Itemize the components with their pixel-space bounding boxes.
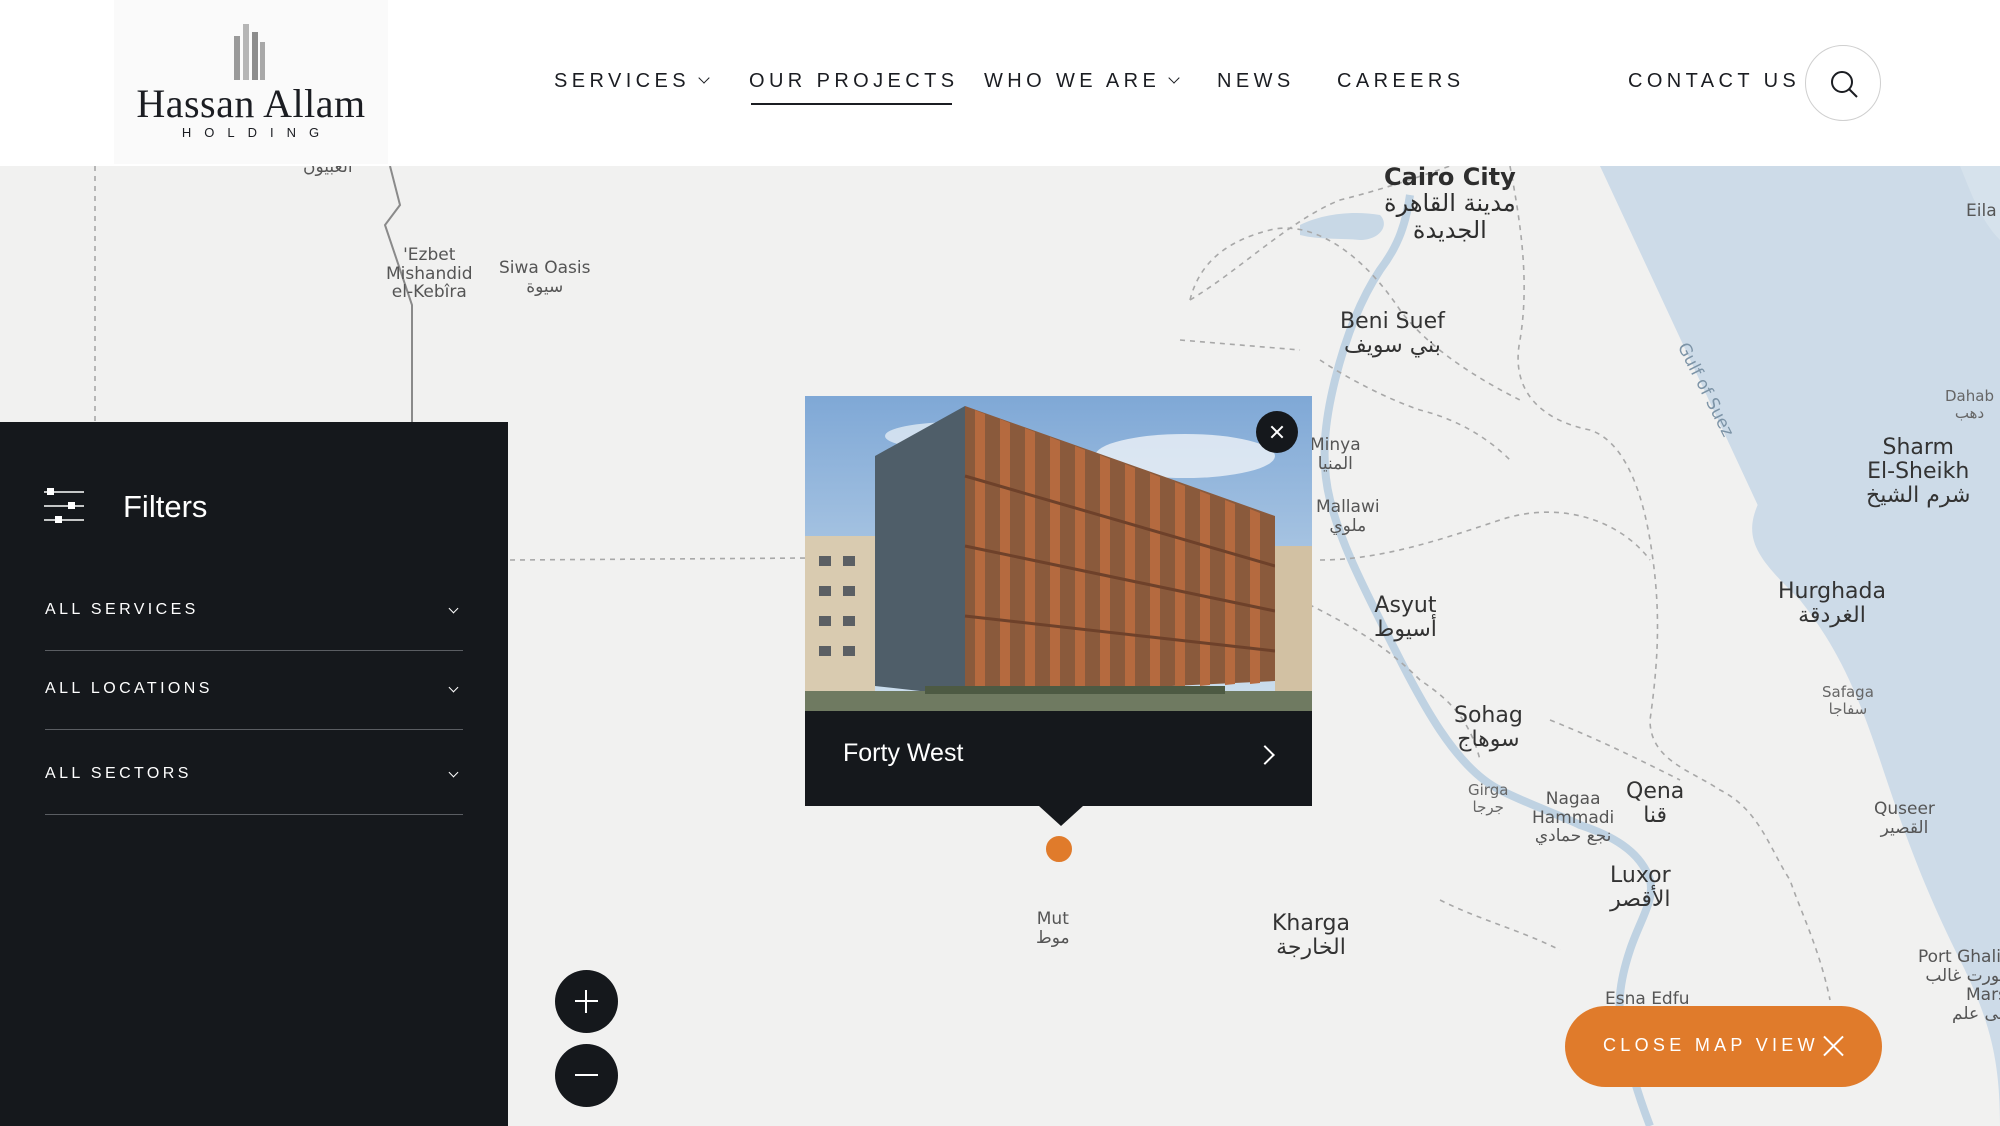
filters-panel: Filters ALL SERVICES ALL LOCATIONS ALL S… <box>0 422 508 1126</box>
map-label-sohag: Sohag سوهاج <box>1454 703 1523 753</box>
project-map-marker[interactable] <box>1044 834 1074 864</box>
nav-contact-us[interactable]: CONTACT US <box>1628 70 1800 93</box>
map-label-eila: Eila <box>1966 201 1997 221</box>
chevron-right-icon <box>1255 745 1275 765</box>
close-map-view-button[interactable]: CLOSE MAP VIEW <box>1565 1006 1882 1087</box>
map-label-luxor: Luxor الأقصر <box>1610 863 1671 913</box>
map-label-cairo: Cairo City مدينة القاهرة الجديدة <box>1384 163 1516 244</box>
project-caption-link[interactable]: Forty West <box>805 711 1312 806</box>
search-icon <box>1831 71 1858 98</box>
map-label-siwa: Siwa Oasis سيوة <box>499 258 591 297</box>
chevron-down-icon <box>1168 72 1180 84</box>
map-label-qena: Qena قنا <box>1626 779 1685 829</box>
map-label-mut: Mut موط <box>1036 909 1070 948</box>
zoom-in-button[interactable] <box>555 970 618 1033</box>
chevron-down-icon <box>698 72 710 84</box>
filter-locations-label: ALL LOCATIONS <box>45 680 213 697</box>
zoom-out-button[interactable] <box>555 1044 618 1107</box>
project-popup: Forty West <box>805 396 1312 826</box>
popup-close-button[interactable] <box>1256 411 1298 453</box>
nav-careers[interactable]: CAREERS <box>1337 70 1465 93</box>
close-icon <box>1821 1034 1845 1058</box>
map-label-asyut: Asyut أسيوط <box>1374 593 1437 643</box>
map-label-sharm: Sharm El-Sheikh شرم الشيخ <box>1866 435 1971 509</box>
map-label-port-ghalib: Port Ghalibبورت غالب <box>1918 947 2000 986</box>
logo-name: Hassan Allam <box>136 81 366 126</box>
map-label-kharga: Kharga الخارجة <box>1272 911 1350 961</box>
filter-services-label: ALL SERVICES <box>45 601 199 618</box>
chevron-down-icon <box>448 603 459 614</box>
chevron-down-icon <box>448 682 459 693</box>
map-label-hurghada: Hurghada الغردقة <box>1778 579 1886 629</box>
nav-who-we-are[interactable]: WHO WE ARE <box>984 70 1180 93</box>
map-label-nagaa: Nagaa Hammadi نجع حمادي <box>1532 789 1615 847</box>
map-label-mallawi: Mallawi ملوي <box>1316 497 1380 536</box>
logo-sub: HOLDING <box>181 125 333 140</box>
search-button[interactable] <box>1805 45 1881 121</box>
nav-our-projects[interactable]: OUR PROJECTS <box>749 70 958 105</box>
chevron-down-icon <box>448 767 459 778</box>
filter-services-dropdown[interactable]: ALL SERVICES <box>45 581 463 651</box>
map-label-safaga: Safaga سفاجا <box>1822 683 1874 718</box>
filter-sectors-dropdown[interactable]: ALL SECTORS <box>45 745 463 815</box>
project-photo <box>805 396 1312 711</box>
filter-locations-dropdown[interactable]: ALL LOCATIONS <box>45 660 463 730</box>
map-label-minya: Minya المنيا <box>1310 435 1361 474</box>
nav-news[interactable]: NEWS <box>1217 70 1295 93</box>
map-label-marsa: Marsaمرسى علم <box>1952 985 2000 1024</box>
project-title: Forty West <box>843 739 964 767</box>
nav-services[interactable]: SERVICES <box>554 70 710 93</box>
filter-sectors-label: ALL SECTORS <box>45 765 192 782</box>
filters-title: Filters <box>123 489 208 524</box>
map-label-girga: Girga جرجا <box>1468 781 1509 816</box>
map-label-ezbet: 'Ezbet Mishandid el-Kebîra <box>386 245 473 303</box>
map-label-beni-suef: Beni Suef بني سويف <box>1340 309 1445 359</box>
page: العبيون 'Ezbet Mishandid el-Kebîra Siwa Oa… <box>0 0 2000 1126</box>
close-map-view-label: CLOSE MAP VIEW <box>1603 1035 1819 1055</box>
logo[interactable]: Hassan Allam HOLDING <box>114 0 388 164</box>
project-image <box>805 396 1312 711</box>
sliders-icon <box>44 488 84 523</box>
map-label-dahab: Dahab دهب <box>1945 387 1994 422</box>
popup-pointer <box>1039 806 1083 826</box>
map-label-quseer: Quseer القصير <box>1874 799 1935 838</box>
logo-mark-icon <box>234 24 265 80</box>
site-header: Hassan Allam HOLDING SERVICES OUR PROJEC… <box>0 0 2000 166</box>
